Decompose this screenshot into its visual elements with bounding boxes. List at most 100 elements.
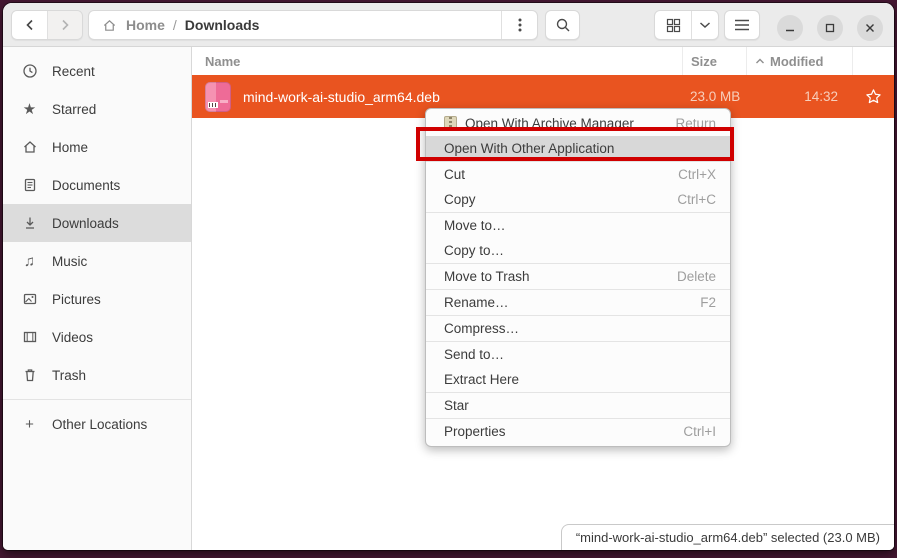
sidebar-item-label: Downloads: [52, 216, 119, 231]
trash-icon: [21, 367, 38, 384]
chevron-right-icon: [59, 19, 71, 31]
home-icon: [101, 17, 118, 34]
menu-item-move-to-trash[interactable]: Move to Trash Delete: [426, 264, 730, 289]
selection-status-text: “mind-work-ai-studio_arm64.deb” selected…: [576, 530, 880, 545]
clock-icon: [21, 63, 38, 80]
shortcut-label: Return: [675, 116, 716, 131]
column-header-modified[interactable]: Modified: [746, 47, 852, 75]
music-note-icon: ♫: [21, 253, 38, 270]
view-toggle-split-button: [654, 10, 719, 40]
grid-view-button[interactable]: [655, 11, 691, 39]
context-menu: Open With Archive Manager Return Open Wi…: [425, 108, 731, 447]
sidebar-item-documents[interactable]: Documents: [3, 166, 191, 204]
navigation-buttons: [11, 10, 83, 40]
file-name-cell: mind-work-ai-studio_arm64.deb: [192, 82, 682, 112]
sidebar-item-downloads[interactable]: Downloads: [3, 204, 191, 242]
sidebar: Recent ★ Starred Home Documents: [3, 47, 192, 550]
view-options-dropdown[interactable]: [691, 11, 718, 39]
file-modified-time: 14:32: [804, 89, 838, 104]
sidebar-item-label: Pictures: [52, 292, 101, 307]
column-header-name[interactable]: Name: [192, 54, 682, 69]
file-manager-window: Home / Downloads: [3, 3, 894, 550]
sidebar-item-label: Starred: [52, 102, 96, 117]
menu-item-cut[interactable]: Cut Ctrl+X: [426, 162, 730, 187]
main-menu-button[interactable]: [724, 10, 760, 40]
status-bar: “mind-work-ai-studio_arm64.deb” selected…: [561, 524, 894, 550]
maximize-button[interactable]: [817, 15, 843, 41]
search-icon: [555, 17, 571, 33]
minimize-icon: [784, 22, 796, 34]
sidebar-item-label: Home: [52, 140, 88, 155]
path-options-button[interactable]: [501, 11, 537, 39]
file-modified-cell: 14:32: [746, 75, 852, 118]
file-size: 23.0 MB: [690, 89, 740, 104]
shortcut-label: Ctrl+I: [683, 424, 716, 439]
menu-item-copy-to[interactable]: Copy to…: [426, 238, 730, 263]
star-icon: ★: [21, 101, 38, 118]
icon-detail: [220, 100, 228, 103]
barcode-label: [208, 102, 218, 108]
minimize-button[interactable]: [777, 15, 803, 41]
sidebar-item-videos[interactable]: Videos: [3, 318, 191, 356]
sidebar-item-trash[interactable]: Trash: [3, 356, 191, 394]
shortcut-label: Delete: [677, 269, 716, 284]
menu-item-extract-here[interactable]: Extract Here: [426, 367, 730, 392]
film-icon: [21, 329, 38, 346]
picture-icon: [21, 291, 38, 308]
sidebar-item-label: Other Locations: [52, 417, 147, 432]
breadcrumb-home[interactable]: Home: [126, 17, 165, 33]
menu-item-compress[interactable]: Compress…: [426, 316, 730, 341]
download-icon: [21, 215, 38, 232]
shortcut-label: Ctrl+C: [677, 192, 716, 207]
kebab-menu-icon: [518, 17, 522, 33]
star-outline-icon: [865, 88, 882, 105]
menu-item-rename[interactable]: Rename… F2: [426, 290, 730, 315]
shortcut-label: F2: [700, 295, 716, 310]
chevron-down-icon: [699, 21, 711, 29]
menu-item-move-to[interactable]: Move to…: [426, 213, 730, 238]
forward-button[interactable]: [47, 11, 82, 39]
sidebar-item-other-locations[interactable]: + Other Locations: [3, 405, 191, 443]
menu-item-star[interactable]: Star: [426, 393, 730, 418]
titlebar: Home / Downloads: [3, 3, 894, 47]
close-button[interactable]: [857, 15, 883, 41]
column-header-star: [852, 47, 894, 75]
sidebar-item-label: Documents: [52, 178, 120, 193]
file-star-cell[interactable]: [852, 75, 894, 118]
menu-item-open-with-archive-manager[interactable]: Open With Archive Manager Return: [426, 111, 730, 136]
sidebar-item-pictures[interactable]: Pictures: [3, 280, 191, 318]
file-name: mind-work-ai-studio_arm64.deb: [243, 89, 440, 105]
sidebar-item-home[interactable]: Home: [3, 128, 191, 166]
menu-item-copy[interactable]: Copy Ctrl+C: [426, 187, 730, 212]
breadcrumb-separator: /: [173, 17, 177, 33]
hamburger-menu-icon: [734, 19, 750, 31]
archive-manager-icon: [444, 116, 457, 131]
sidebar-item-label: Recent: [52, 64, 95, 79]
sidebar-item-recent[interactable]: Recent: [3, 52, 191, 90]
sidebar-item-music[interactable]: ♫ Music: [3, 242, 191, 280]
sidebar-item-label: Music: [52, 254, 87, 269]
shortcut-label: Ctrl+X: [678, 167, 716, 182]
plus-icon: +: [21, 416, 38, 433]
grid-view-icon: [666, 18, 681, 33]
sidebar-item-label: Trash: [52, 368, 86, 383]
path-bar[interactable]: Home / Downloads: [88, 10, 538, 40]
menu-item-properties[interactable]: Properties Ctrl+I: [426, 419, 730, 444]
back-button[interactable]: [12, 11, 47, 39]
column-header-size[interactable]: Size: [682, 47, 746, 75]
maximize-icon: [824, 22, 836, 34]
deb-package-icon: [205, 82, 231, 112]
document-icon: [21, 177, 38, 194]
chevron-left-icon: [24, 19, 36, 31]
close-icon: [864, 22, 876, 34]
sidebar-item-label: Videos: [52, 330, 93, 345]
column-headers: Name Size Modified: [192, 47, 894, 75]
menu-item-send-to[interactable]: Send to…: [426, 342, 730, 367]
sidebar-item-starred[interactable]: ★ Starred: [3, 90, 191, 128]
sidebar-separator: [3, 399, 191, 400]
home-icon: [21, 139, 38, 156]
search-button[interactable]: [545, 10, 580, 40]
sort-ascending-icon: [755, 58, 765, 65]
breadcrumb-current[interactable]: Downloads: [185, 17, 260, 33]
menu-item-open-with-other-application[interactable]: Open With Other Application: [426, 136, 730, 161]
